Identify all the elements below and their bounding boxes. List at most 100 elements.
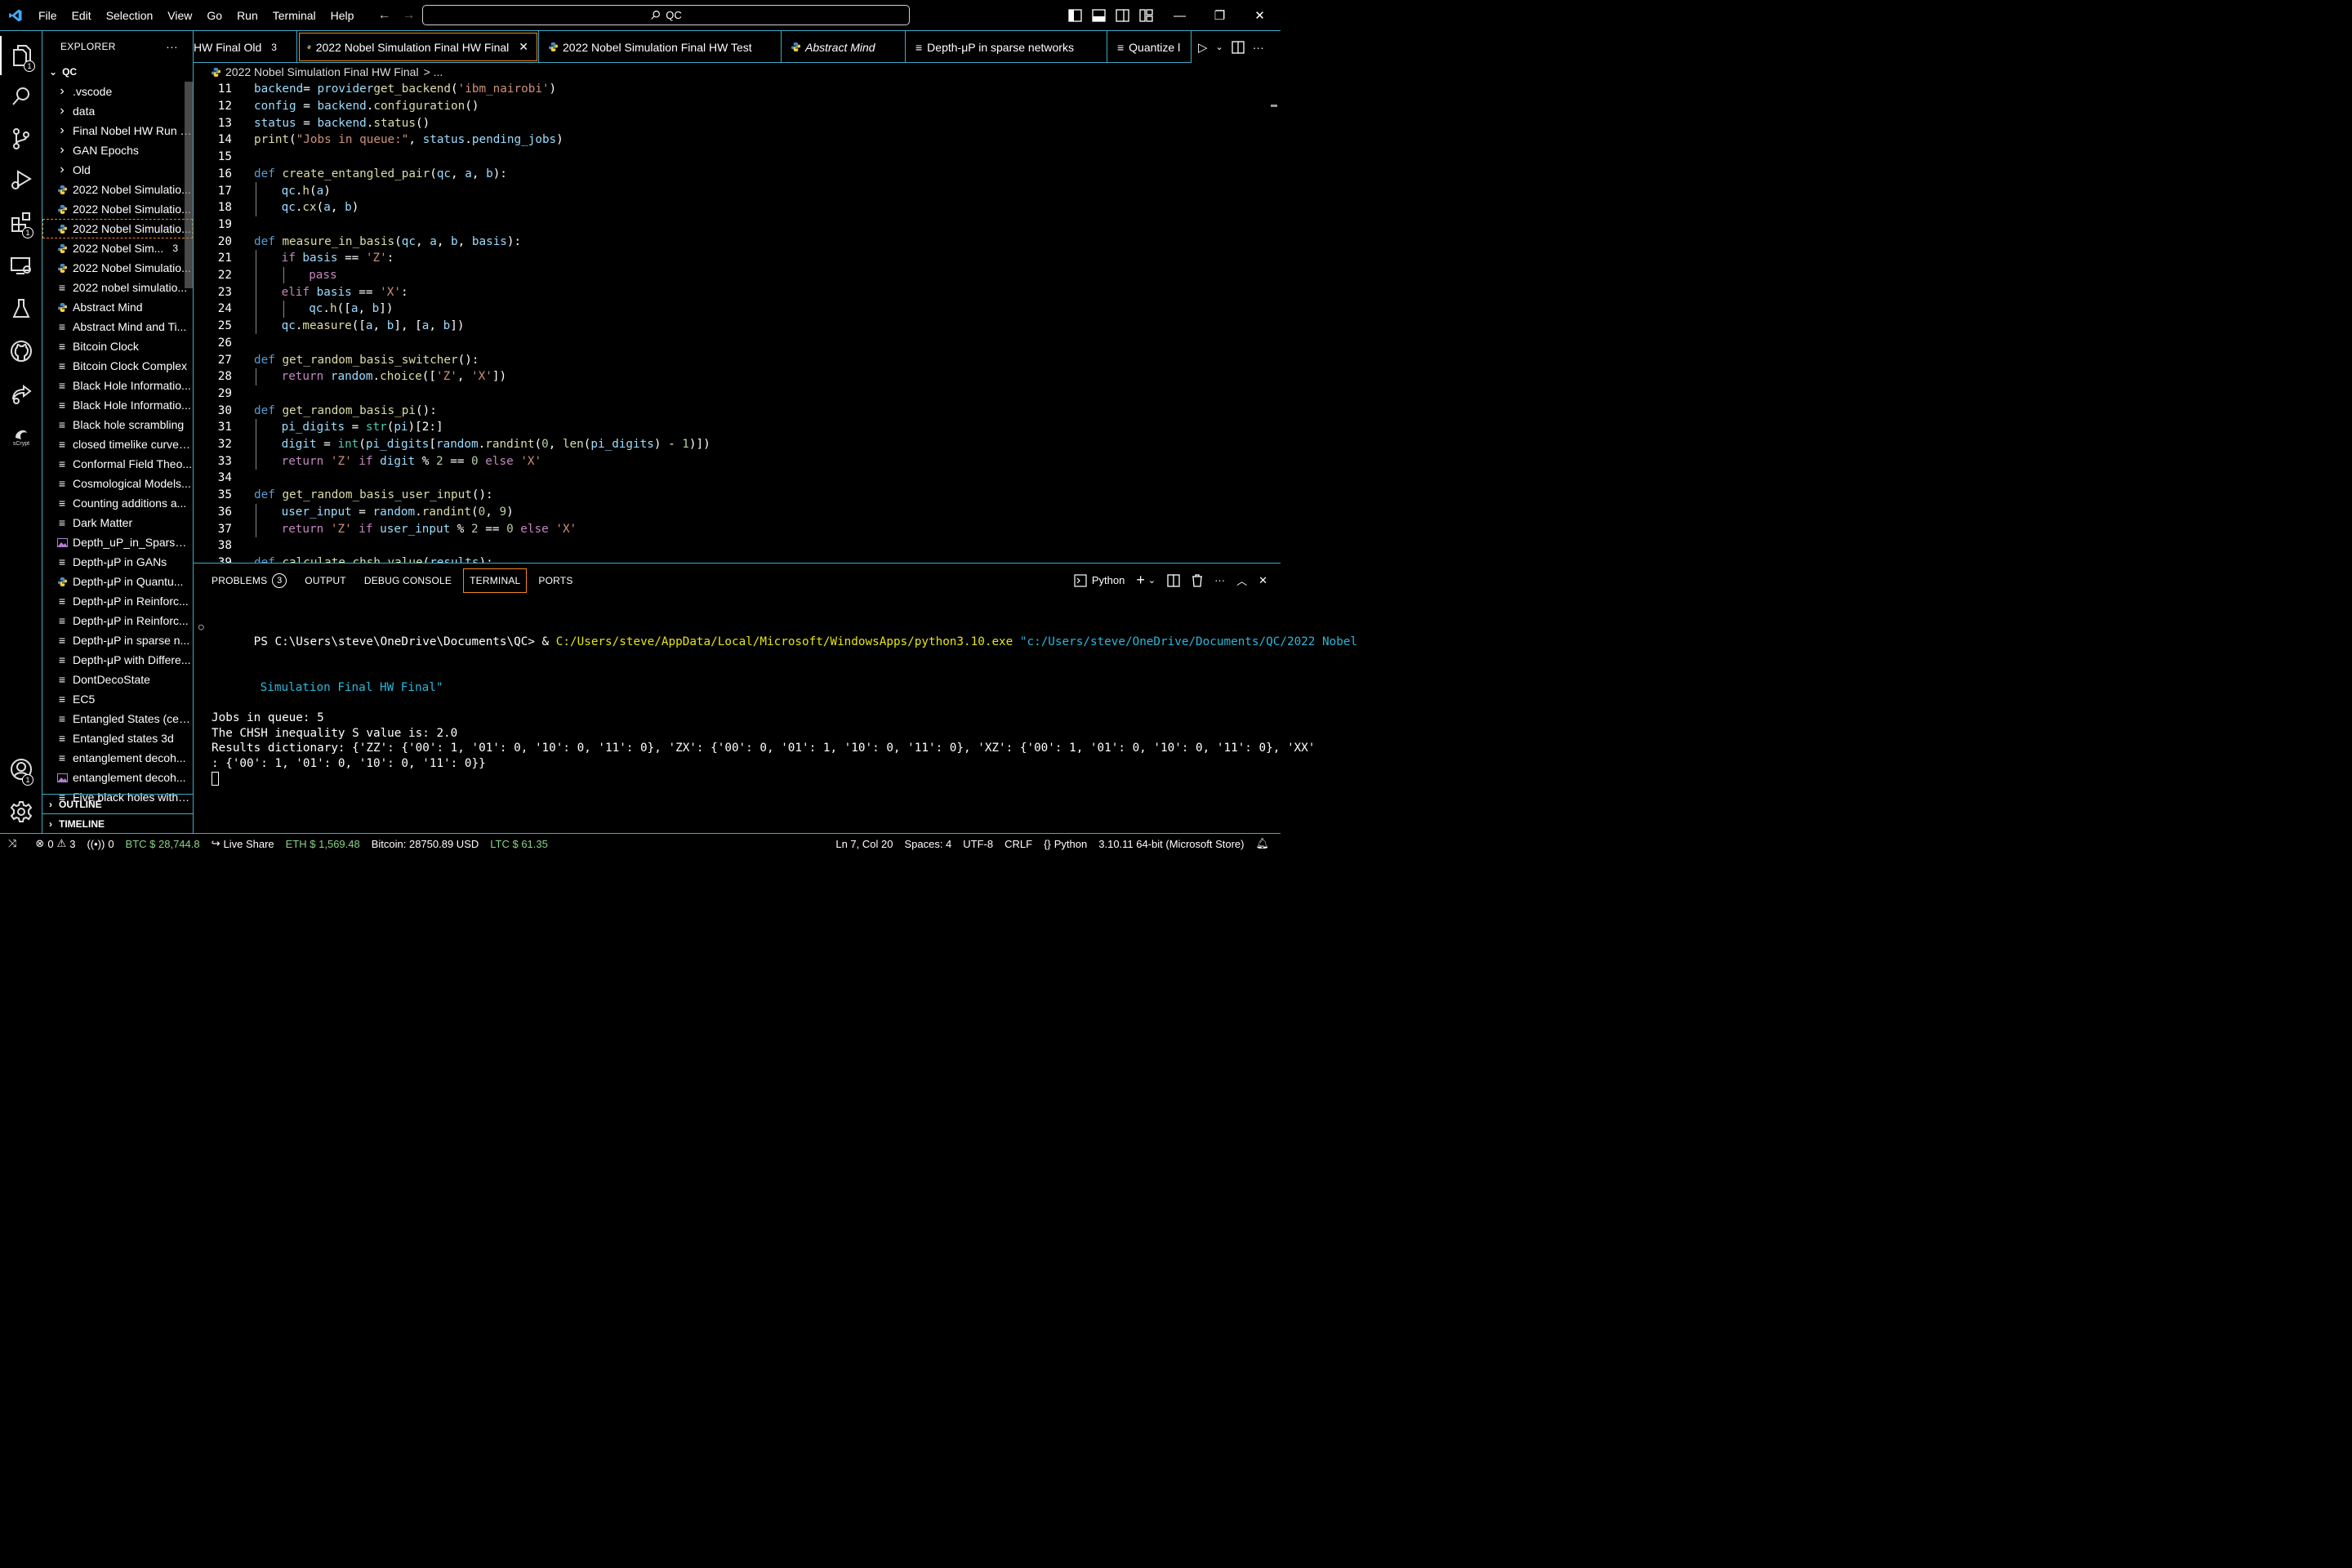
btc-price[interactable]: BTC $ 28,744.8 <box>120 838 206 850</box>
file-item[interactable]: ≡ 2022 nobel simulatio... <box>42 278 193 297</box>
close-icon[interactable]: ✕ <box>519 40 528 54</box>
scrypt-activity[interactable]: sCrypt <box>0 416 42 456</box>
ports-status[interactable]: ((•)) 0 <box>81 838 119 850</box>
tab-abstract-mind[interactable]: Abstract Mind <box>782 31 906 62</box>
file-item[interactable]: ≡ Depth-μP in GANs <box>42 552 193 572</box>
file-item[interactable]: ≡ Black Hole Informatio... <box>42 376 193 395</box>
manage-activity[interactable] <box>0 792 42 831</box>
file-item[interactable]: 2022 Nobel Simulatio... <box>42 258 193 278</box>
folder-item[interactable]: › data <box>42 101 193 121</box>
file-item[interactable]: ≡ Abstract Mind and Ti... <box>42 317 193 336</box>
tab-output[interactable]: OUTPUT <box>298 568 353 593</box>
split-editor-icon[interactable] <box>1232 40 1245 54</box>
toggle-panel-icon[interactable] <box>1092 9 1106 22</box>
forward-arrow-icon[interactable]: → <box>402 8 415 23</box>
accounts-activity[interactable]: 1 <box>0 750 42 789</box>
file-item[interactable]: ≡ Black Hole Informatio... <box>42 395 193 415</box>
live-share-status[interactable]: ↪ Live Share <box>206 837 280 850</box>
tab-terminal[interactable]: TERMINAL <box>463 568 528 593</box>
tab-depth-sparse[interactable]: ≡ Depth-μP in sparse networks <box>906 31 1107 62</box>
menu-edit[interactable]: Edit <box>65 0 99 31</box>
eth-price[interactable]: ETH $ 1,569.48 <box>280 838 366 850</box>
github-activity[interactable] <box>0 332 42 371</box>
run-debug-activity[interactable] <box>0 160 42 199</box>
file-item[interactable]: Depth-μP in Quantu... <box>42 572 193 591</box>
file-item[interactable]: ≡ Counting additions a... <box>42 493 193 513</box>
back-arrow-icon[interactable]: ← <box>377 8 390 23</box>
command-center[interactable]: QC <box>422 5 910 25</box>
menu-run[interactable]: Run <box>229 0 265 31</box>
tab-quantize[interactable]: ≡ Quantize l <box>1107 31 1197 62</box>
folder-item[interactable]: › Final Nobel HW Run 10 <box>42 121 193 140</box>
file-item[interactable]: Depth_uP_in_Sparse_... <box>42 532 193 552</box>
more-actions-icon[interactable]: ··· <box>1253 41 1264 54</box>
sidebar-scrollbar[interactable] <box>185 82 193 288</box>
python-interpreter[interactable]: 3.10.11 64-bit (Microsoft Store) <box>1093 838 1250 850</box>
tab-nobel-final[interactable]: 2022 Nobel Simulation Final HW Final ✕ <box>297 31 539 62</box>
menu-go[interactable]: Go <box>199 0 229 31</box>
more-actions-icon[interactable]: ··· <box>1214 574 1225 586</box>
close-panel-icon[interactable]: ✕ <box>1258 574 1267 587</box>
toggle-sidebar-icon[interactable] <box>1068 9 1082 22</box>
explorer-root-folder[interactable]: ⌄ QC <box>42 62 193 82</box>
file-item[interactable]: ≡ Cosmological Models... <box>42 474 193 493</box>
explorer-activity[interactable]: 1 <box>0 36 42 75</box>
minimize-icon[interactable]: — <box>1160 9 1200 23</box>
file-item[interactable]: ≡ EC5 <box>42 689 193 709</box>
remote-explorer-activity[interactable] <box>0 247 42 286</box>
file-item[interactable]: 2022 Nobel Simulatio... <box>42 180 193 199</box>
tab-nobel-test[interactable]: 2022 Nobel Simulation Final HW Test <box>539 31 782 62</box>
tab-ports[interactable]: PORTS <box>532 568 579 593</box>
file-item[interactable]: 2022 Nobel Sim... 3 <box>42 238 193 258</box>
file-item[interactable]: ≡ Bitcoin Clock <box>42 336 193 356</box>
code-editor[interactable]: 11 backend= providerget_backend('ibm_nair… <box>194 81 1281 563</box>
live-share-activity[interactable] <box>0 374 42 413</box>
terminal-output[interactable]: ○ PS C:\Users\steve\OneDrive\Documents\Q… <box>194 604 1357 786</box>
file-item[interactable]: ≡ closed timelike curves... <box>42 434 193 454</box>
trash-icon[interactable] <box>1192 573 1203 587</box>
file-item[interactable]: 2022 Nobel Simulatio... <box>42 219 193 238</box>
chevron-down-icon[interactable]: ⌄ <box>1148 575 1156 586</box>
file-item[interactable]: 2022 Nobel Simulatio... <box>42 199 193 219</box>
breadcrumb-more[interactable]: > ... <box>424 65 443 78</box>
split-terminal-icon[interactable] <box>1167 573 1180 587</box>
file-item[interactable]: ≡ entanglement decoh... <box>42 748 193 768</box>
folder-item[interactable]: › Old <box>42 160 193 180</box>
new-terminal-icon[interactable]: + <box>1136 572 1145 589</box>
tab-hw-final-old[interactable]: HW Final Old 3 <box>194 31 297 62</box>
file-item[interactable]: ≡ Depth-μP in sparse n... <box>42 630 193 650</box>
file-item[interactable]: ≡ Dark Matter <box>42 513 193 532</box>
folder-item[interactable]: › .vscode <box>42 82 193 101</box>
file-item[interactable]: Abstract Mind <box>42 297 193 317</box>
menu-terminal[interactable]: Terminal <box>265 0 323 31</box>
close-window-icon[interactable]: ✕ <box>1240 8 1280 23</box>
ltc-price[interactable]: LTC $ 61.35 <box>484 838 554 850</box>
file-item[interactable]: ≡ DontDecoState <box>42 670 193 689</box>
file-item[interactable]: ≡ Black hole scrambling <box>42 415 193 434</box>
file-item[interactable]: ≡ Conformal Field Theo... <box>42 454 193 474</box>
source-control-activity[interactable] <box>0 119 42 158</box>
menu-view[interactable]: View <box>160 0 199 31</box>
search-activity[interactable] <box>0 77 42 116</box>
breadcrumb-file[interactable]: 2022 Nobel Simulation Final HW Final <box>225 65 419 78</box>
file-item[interactable]: ≡ Entangled States (cen... <box>42 709 193 728</box>
explorer-more-actions[interactable]: ··· <box>166 40 178 53</box>
run-file-icon[interactable]: ▷ <box>1198 40 1208 55</box>
notifications[interactable]: 🔔︎ <box>1250 837 1281 850</box>
chevron-down-icon[interactable]: ⌄ <box>1216 42 1223 52</box>
file-item[interactable]: ≡ Bitcoin Clock Complex <box>42 356 193 376</box>
maximize-panel-icon[interactable]: ︿ <box>1236 572 1247 588</box>
bitcoin-price[interactable]: Bitcoin: 28750.89 USD <box>366 838 485 850</box>
extensions-activity[interactable]: 1 <box>0 203 42 242</box>
file-item[interactable]: ≡ Depth-μP with Differe... <box>42 650 193 670</box>
cursor-position[interactable]: Ln 7, Col 20 <box>830 838 898 850</box>
terminal-shell-selector[interactable]: Python <box>1074 573 1125 587</box>
timeline-section[interactable]: › TIMELINE <box>42 813 193 833</box>
encoding[interactable]: UTF-8 <box>957 838 999 850</box>
menu-file[interactable]: File <box>31 0 65 31</box>
file-item[interactable]: ≡ Depth-μP in Reinforc... <box>42 611 193 630</box>
folder-item[interactable]: › GAN Epochs <box>42 140 193 160</box>
menu-help[interactable]: Help <box>323 0 362 31</box>
indentation[interactable]: Spaces: 4 <box>898 838 957 850</box>
testing-activity[interactable] <box>0 289 42 328</box>
